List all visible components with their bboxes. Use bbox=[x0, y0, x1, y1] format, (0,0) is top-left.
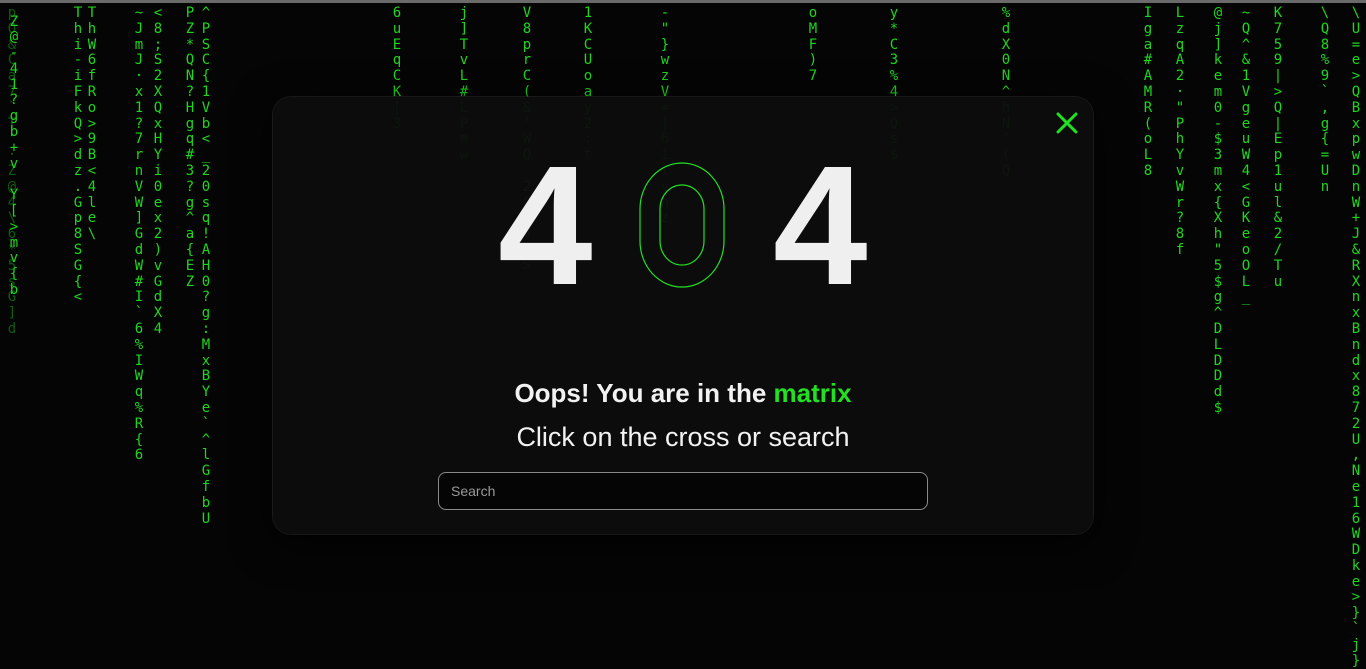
error-code: 4 0 4 bbox=[273, 131, 1093, 321]
close-icon[interactable] bbox=[1056, 112, 1078, 134]
matrix-column: ^ P S C { 1 V b < _ 2 0 s q ! A H 0 ? g … bbox=[201, 5, 211, 527]
matrix-column: ~ J m J · x 1 ? 7 r n V W ] G d W # I ` … bbox=[134, 5, 144, 464]
matrix-column: K 7 5 9 | > Q | E p 1 u l & 2 / T u bbox=[1273, 5, 1283, 290]
error-code-digit-3: 4 bbox=[773, 131, 868, 321]
matrix-column: \ U = e > Q B x p w D n W + J & R X n x … bbox=[1351, 5, 1361, 669]
error-code-digit-1: 4 bbox=[498, 131, 593, 321]
error-dialog: 4 0 4 Oops! You are in the matrix Click … bbox=[273, 97, 1093, 534]
matrix-column: P Z * Q N ? H g q # 3 ? g ^ a { E Z bbox=[185, 5, 195, 290]
matrix-column: T h W 6 f R o > 9 B < 4 l e \ bbox=[87, 5, 97, 243]
matrix-column: \ Q 8 % 9 ` , g { = U n bbox=[1320, 5, 1330, 195]
matrix-column: ~ Q ^ & 1 V g e u W 4 < G K e o O L _ bbox=[1241, 5, 1251, 306]
matrix-column: L z q A 2 · " P h Y v W r ? 8 f bbox=[1175, 5, 1185, 258]
matrix-column: Z @ - 4 1 ? g b + v Y [ > m v { b bbox=[9, 13, 19, 299]
matrix-column: < 8 ; S 2 X Q x H Y i 0 e x 2 ) v G d X … bbox=[153, 5, 163, 337]
matrix-column: o M F ) 7 bbox=[808, 5, 818, 85]
svg-text:0: 0 bbox=[682, 230, 683, 232]
error-code-digit-2: 0 bbox=[639, 162, 725, 288]
error-subtitle: Click on the cross or search bbox=[516, 422, 850, 452]
error-title-accent: matrix bbox=[773, 378, 852, 408]
error-title-prefix: Oops! You are in the bbox=[514, 378, 774, 408]
matrix-column: T h i - i F k Q > d z . G p 8 S G { < bbox=[73, 5, 83, 306]
search-input[interactable] bbox=[438, 472, 928, 510]
matrix-column: @ j ] k e m 0 - $ 3 m x { X h " 5 $ g ^ … bbox=[1213, 5, 1223, 416]
error-title: Oops! You are in the matrix bbox=[273, 378, 1093, 409]
matrix-column: I g a # A M R ( o L 8 bbox=[1143, 5, 1153, 179]
